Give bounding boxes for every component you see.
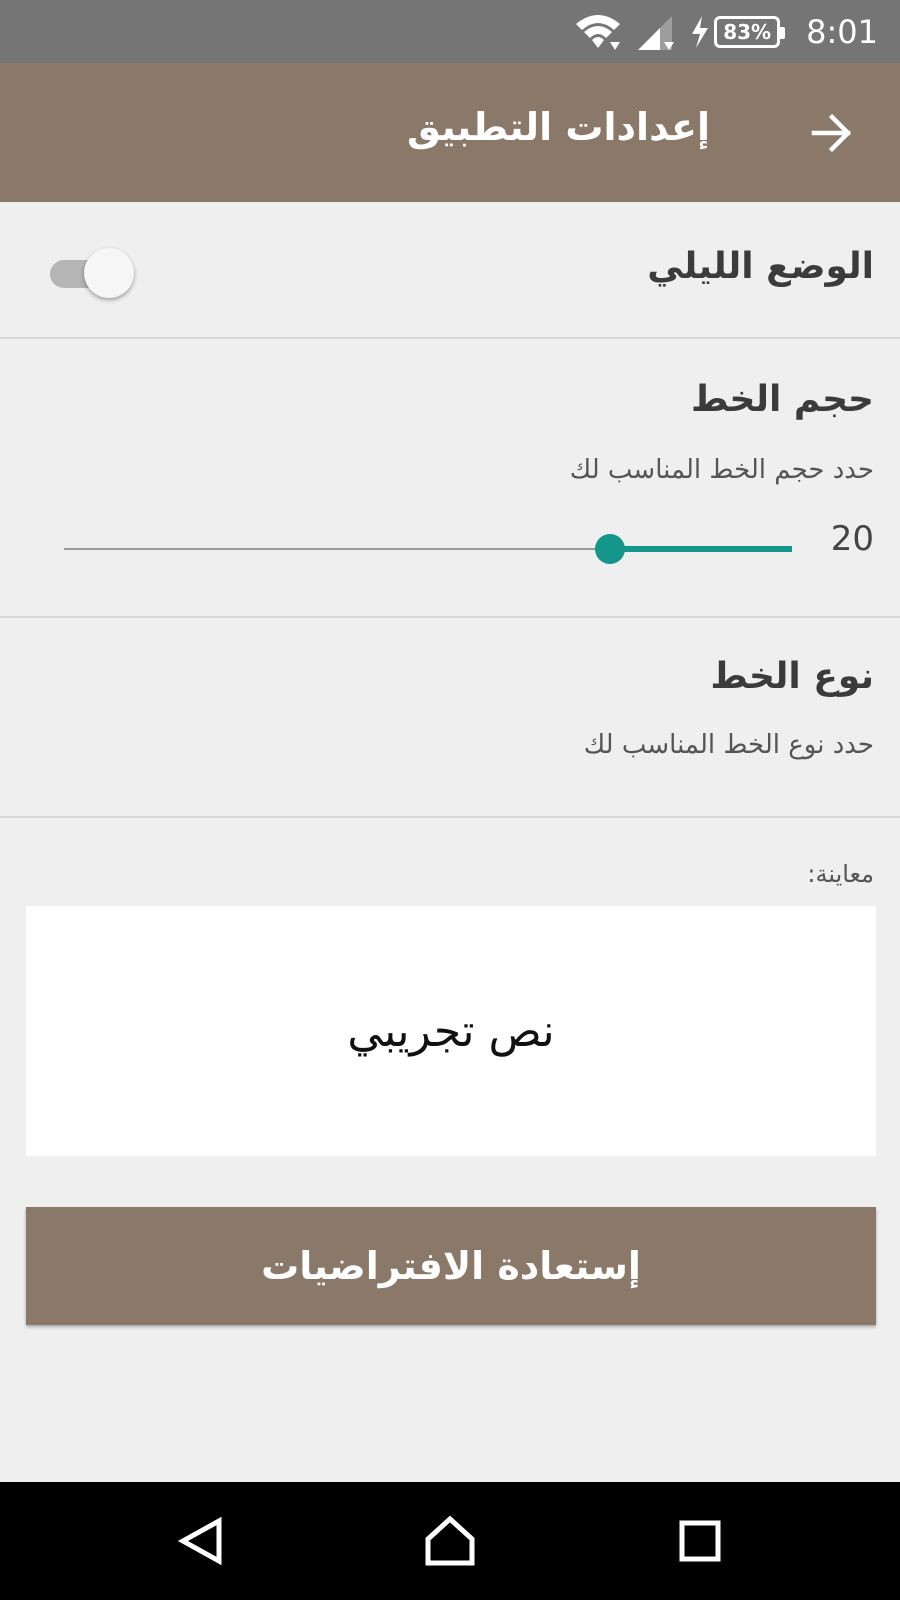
slider-thumb[interactable] [595, 534, 625, 564]
restore-defaults-button[interactable]: إستعادة الافتراضيات [26, 1207, 876, 1325]
navigation-bar [0, 1482, 900, 1600]
charging-icon [690, 15, 710, 48]
app-bar: إعدادات التطبيق [0, 63, 900, 202]
night-mode-row[interactable]: الوضع الليلي [0, 202, 900, 339]
arrow-right-icon [811, 113, 852, 153]
font-size-description: حدد حجم الخط المناسب لك [569, 455, 874, 485]
battery-icon: 83% [714, 15, 786, 48]
nav-home-button[interactable] [415, 1506, 485, 1576]
back-button[interactable] [804, 105, 860, 161]
status-bar: 83% 8:01 [0, 0, 900, 63]
toggle-thumb [84, 248, 134, 298]
back-triangle-icon [177, 1516, 222, 1566]
night-mode-toggle[interactable] [50, 248, 136, 298]
font-size-value: 20 [830, 519, 874, 559]
nav-recent-apps-button[interactable] [665, 1506, 735, 1576]
slider-fill [610, 546, 792, 552]
preview-box: نص تجريبي [26, 906, 876, 1156]
home-icon [425, 1515, 475, 1566]
wifi-icon [574, 12, 622, 52]
recent-apps-icon [679, 1520, 721, 1562]
preview-sample-text: نص تجريبي [347, 1005, 555, 1057]
battery-percent: 83% [723, 19, 772, 44]
battery-indicator: 83% [690, 15, 786, 48]
page-title: إعدادات التطبيق [407, 105, 710, 149]
font-size-row: حجم الخط حدد حجم الخط المناسب لك 20 [0, 339, 900, 618]
clock: 8:01 [806, 12, 878, 51]
slider-rail [64, 548, 610, 550]
font-type-label: نوع الخط [710, 656, 874, 697]
night-mode-label: الوضع الليلي [647, 246, 874, 287]
signal-icon [636, 12, 676, 52]
font-size-slider[interactable] [64, 529, 792, 569]
font-type-row[interactable]: نوع الخط حدد نوع الخط المناسب لك [0, 618, 900, 818]
font-size-label: حجم الخط [690, 379, 874, 420]
font-type-description: حدد نوع الخط المناسب لك [583, 730, 874, 760]
nav-back-button[interactable] [166, 1506, 236, 1576]
preview-label: معاينة: [807, 860, 874, 888]
